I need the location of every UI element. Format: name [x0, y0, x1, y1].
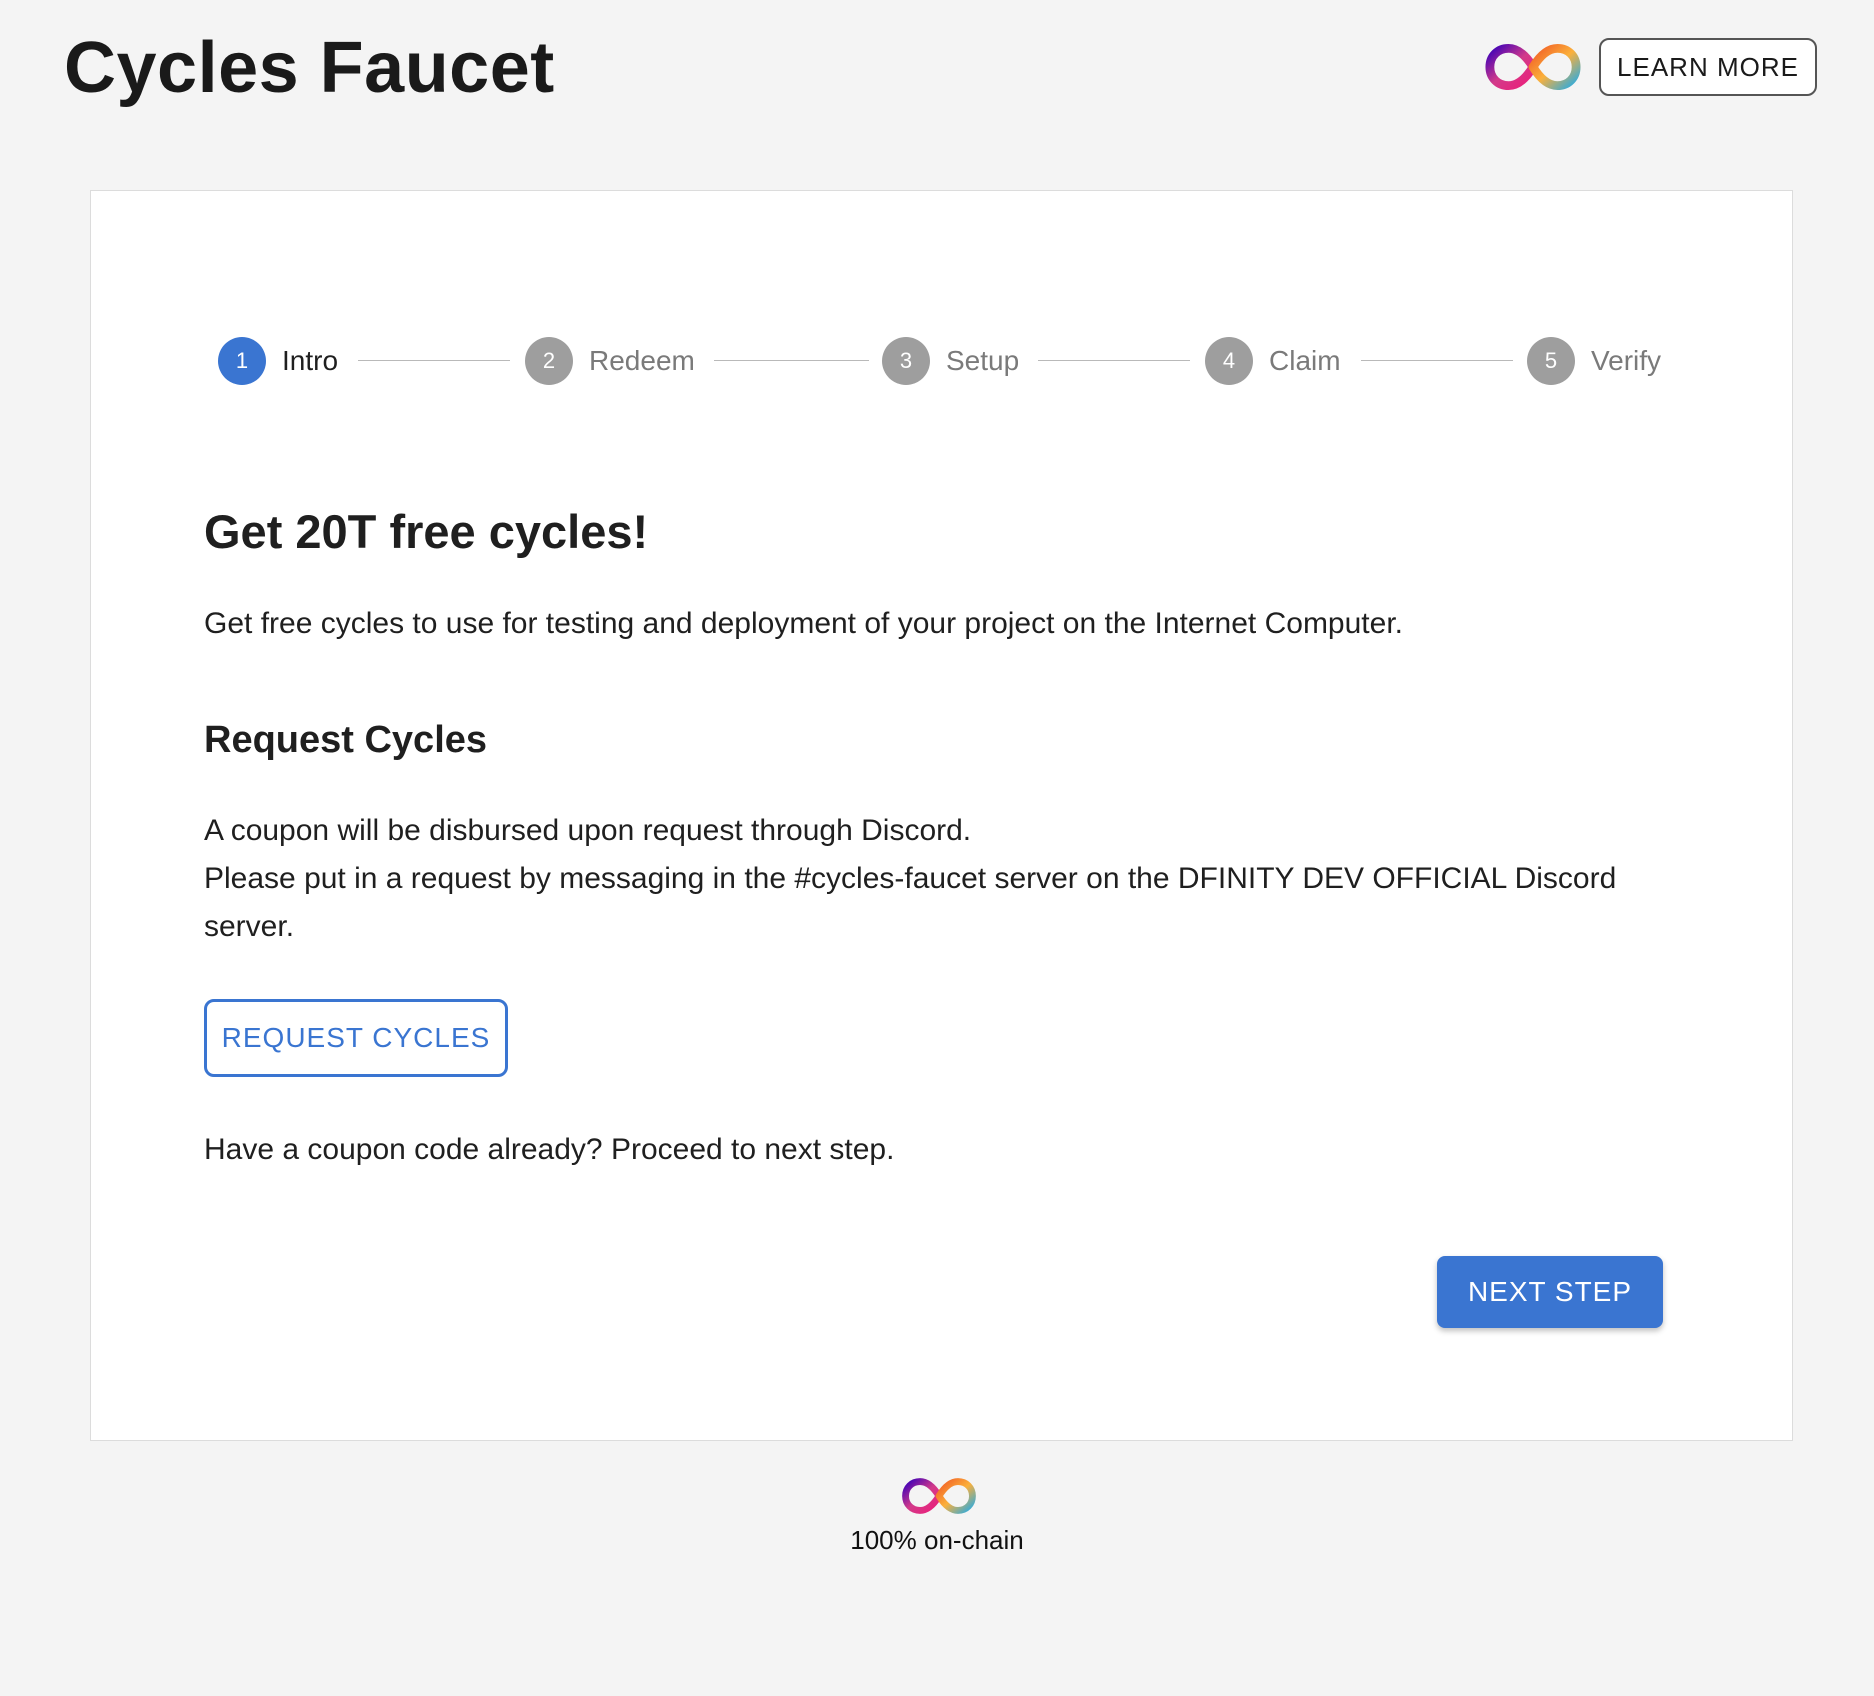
header: Cycles Faucet LEARN MORE: [0, 0, 1874, 140]
step-connector: [714, 360, 869, 361]
request-line-2: Please put in a request by messaging in …: [204, 862, 1617, 943]
step-number: 2: [525, 337, 573, 385]
main-heading: Get 20T free cycles!: [204, 505, 649, 558]
footer-text: 100% on-chain: [850, 1525, 1024, 1555]
infinity-logo-icon: [902, 1478, 976, 1514]
app-title: Cycles Faucet: [64, 28, 555, 108]
step-redeem[interactable]: 2 Redeem: [525, 336, 695, 386]
step-number: 3: [882, 337, 930, 385]
faucet-card: 1 Intro 2 Redeem 3 Setup 4 Claim 5 Verif…: [90, 190, 1793, 1441]
next-step-button[interactable]: NEXT STEP: [1437, 1256, 1663, 1328]
request-line-1: A coupon will be disbursed upon request …: [204, 814, 972, 847]
step-verify[interactable]: 5 Verify: [1527, 336, 1661, 386]
step-label: Verify: [1591, 345, 1662, 376]
request-description: A coupon will be disbursed upon request …: [204, 807, 1644, 951]
step-connector: [1038, 360, 1190, 361]
stepper: 1 Intro 2 Redeem 3 Setup 4 Claim 5 Verif…: [218, 336, 1668, 396]
step-number: 4: [1205, 337, 1253, 385]
step-label: Claim: [1269, 345, 1341, 376]
step-intro[interactable]: 1 Intro: [218, 336, 338, 386]
step-connector: [1361, 360, 1513, 361]
infinity-logo-icon: [1485, 43, 1581, 91]
step-number: 5: [1527, 337, 1575, 385]
step-setup[interactable]: 3 Setup: [882, 336, 1019, 386]
intro-text: Get free cycles to use for testing and d…: [204, 607, 1403, 640]
step-label: Intro: [282, 345, 339, 376]
request-cycles-button[interactable]: REQUEST CYCLES: [204, 999, 508, 1077]
step-number: 1: [218, 337, 266, 385]
step-claim[interactable]: 4 Claim: [1205, 336, 1341, 386]
step-label: Setup: [946, 345, 1020, 376]
coupon-text: Have a coupon code already? Proceed to n…: [204, 1133, 895, 1166]
learn-more-button[interactable]: LEARN MORE: [1599, 38, 1817, 96]
step-label: Redeem: [589, 345, 695, 376]
request-heading: Request Cycles: [204, 719, 488, 761]
step-connector: [358, 360, 510, 361]
